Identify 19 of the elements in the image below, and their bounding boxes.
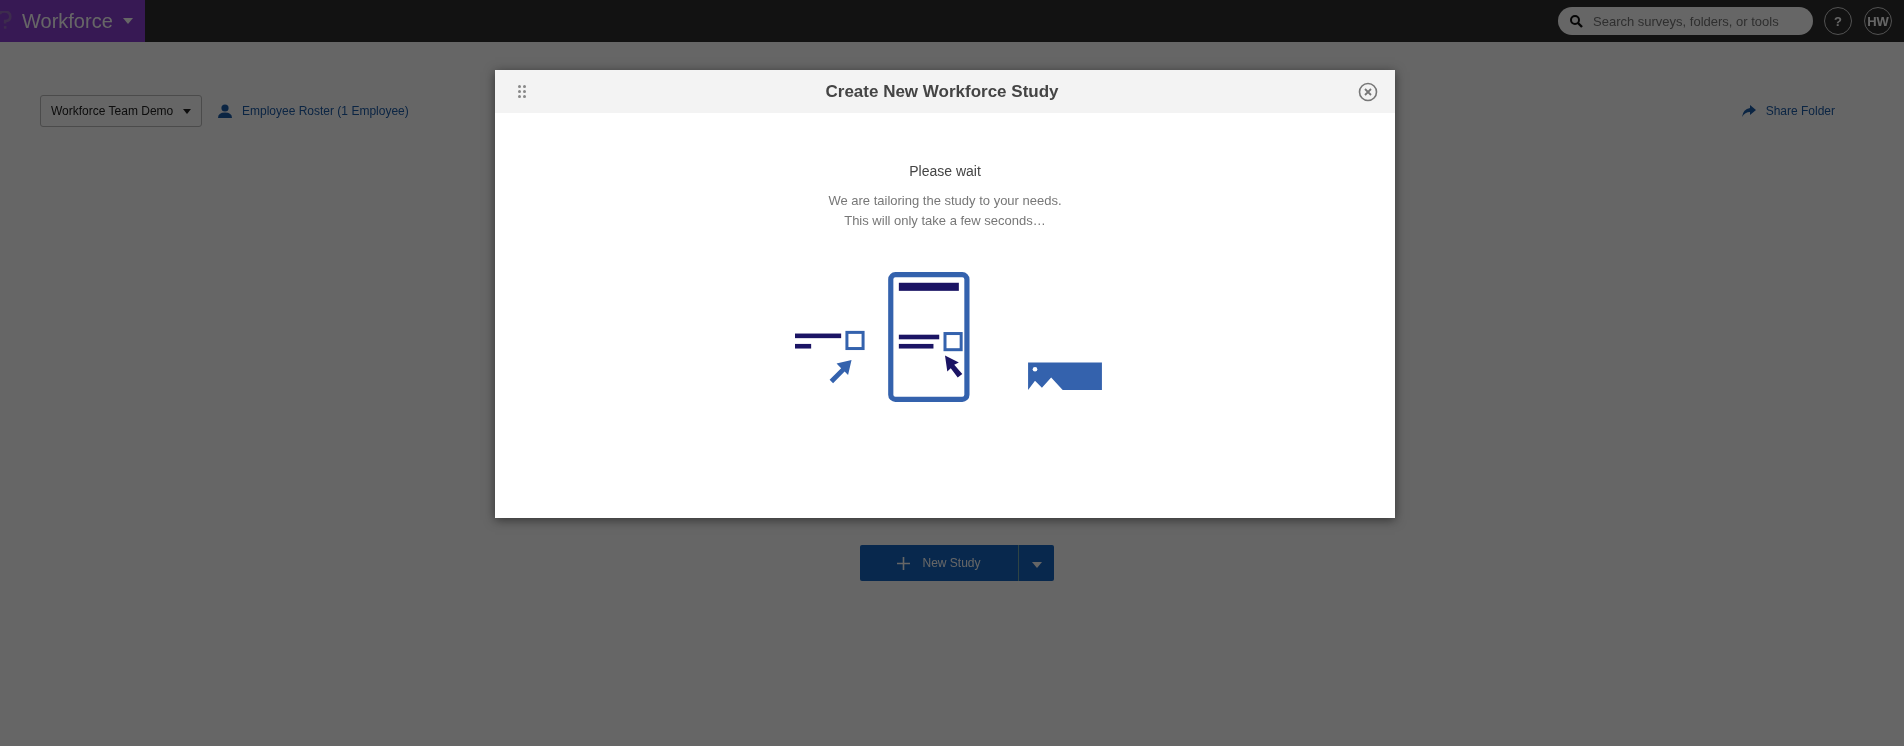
close-icon[interactable] (1358, 81, 1378, 102)
new-study-button[interactable]: New Study (860, 545, 1018, 581)
caret-icon (122, 18, 133, 24)
search-icon (1570, 15, 1583, 28)
drag-handle-icon[interactable] (518, 85, 526, 98)
plus-icon (897, 556, 911, 570)
caret-icon (183, 108, 191, 114)
caret-icon (1031, 561, 1042, 568)
wait-heading: Please wait (909, 163, 981, 179)
person-icon (218, 104, 232, 118)
wait-message: We are tailoring the study to your needs. (828, 192, 1062, 210)
wait-message: This will only take a few seconds… (843, 212, 1047, 230)
share-folder-link[interactable]: Share Folder (1765, 104, 1835, 118)
dialog-title: Create New Workforce Study (824, 81, 1060, 102)
share-icon (1741, 105, 1756, 117)
dropdown-button[interactable] (1018, 545, 1054, 581)
folder-dropdown[interactable]: Workforce Team Demo (40, 95, 202, 127)
product-switcher[interactable]: Workforce (0, 0, 145, 42)
employee-roster-link[interactable]: Employee Roster (1 Employee) (242, 104, 409, 118)
